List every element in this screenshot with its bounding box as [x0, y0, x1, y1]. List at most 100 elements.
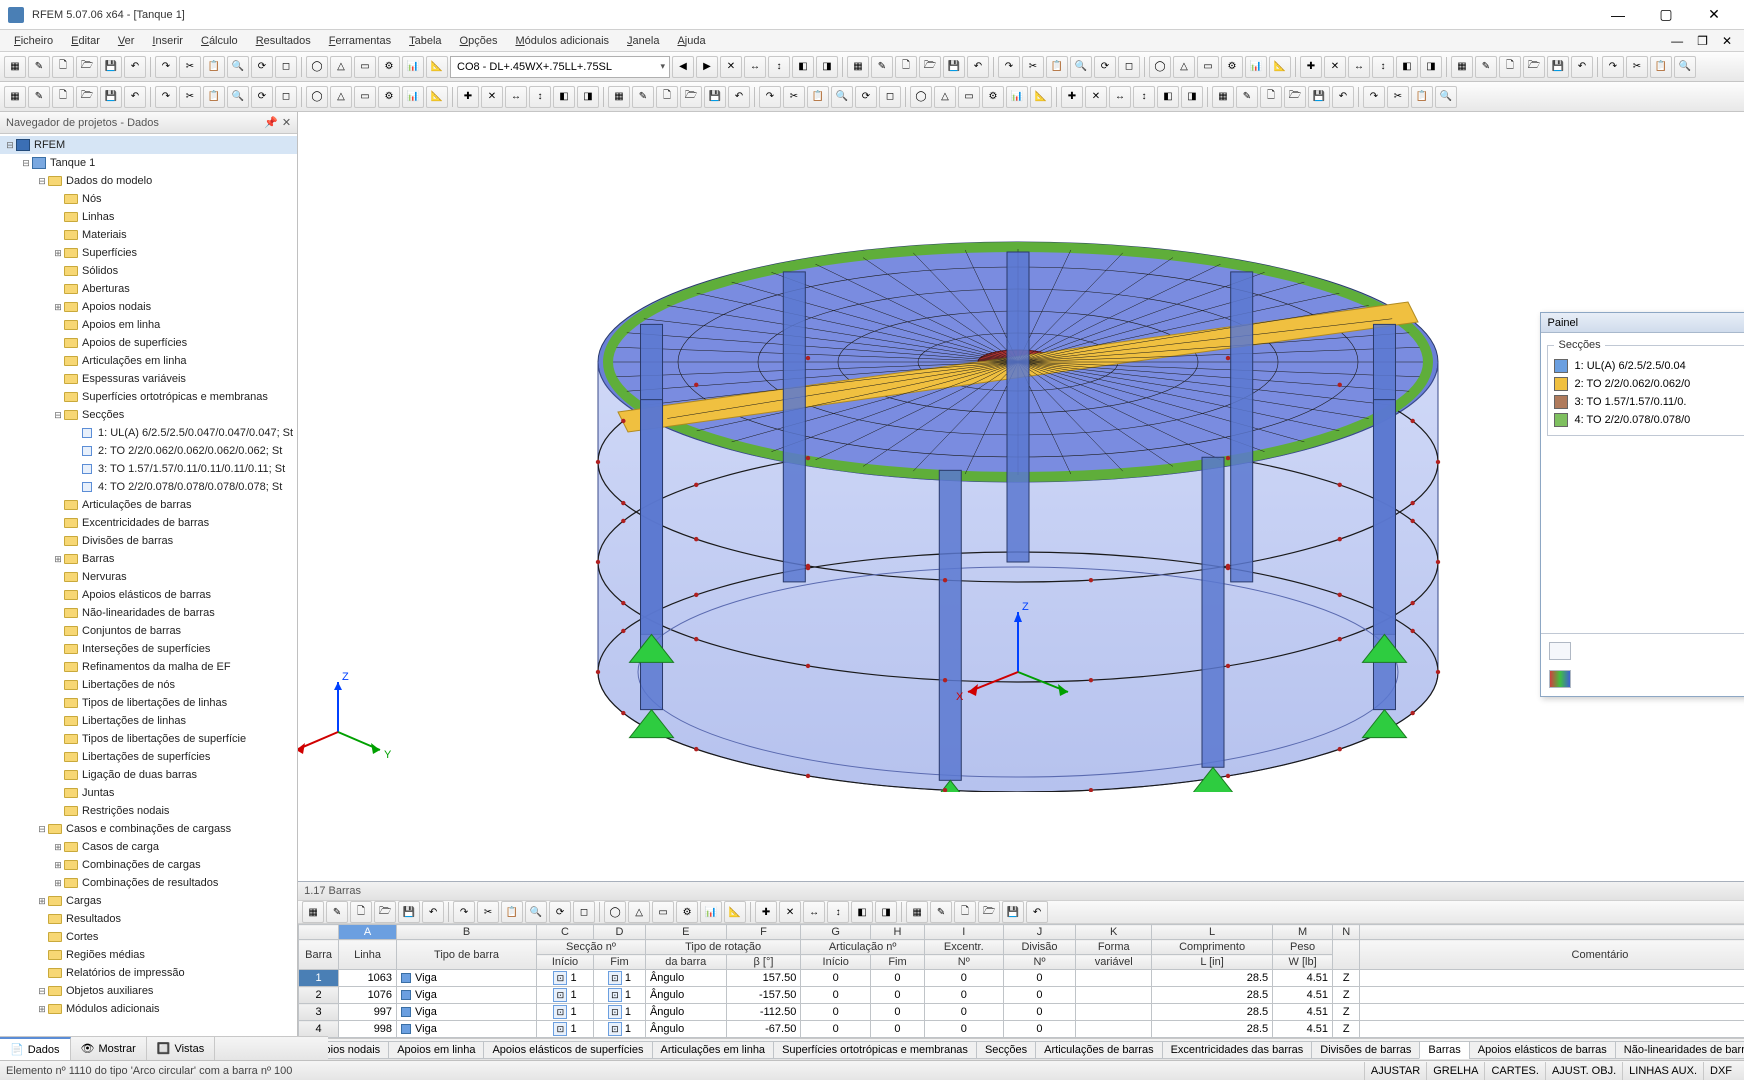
table-row[interactable]: 21076Viga⊡ 1⊡ 1Ângulo-157.50000028.54.51…	[299, 987, 1744, 1004]
toolbar-button[interactable]: ▦	[4, 86, 26, 108]
toolbar-button[interactable]: 📋	[1046, 56, 1068, 78]
toolbar-button[interactable]: 📊	[1006, 86, 1028, 108]
toolbar-button[interactable]: 🗁	[919, 56, 941, 78]
section-legend-item[interactable]: 3: TO 1.57/1.57/0.11/0.	[1554, 393, 1744, 411]
col-artic[interactable]: Articulação nº	[801, 940, 925, 955]
toolbar-button[interactable]: ◨	[875, 901, 897, 923]
toolbar-button[interactable]: ◧	[1157, 86, 1179, 108]
tree-item[interactable]: ⊞Barras	[0, 550, 297, 568]
toolbar-button[interactable]: ◧	[553, 86, 575, 108]
tree-item[interactable]: ⊟RFEM	[0, 136, 297, 154]
toolbar-button[interactable]: ↔	[1348, 56, 1370, 78]
toolbar-button[interactable]: ↕	[1133, 86, 1155, 108]
toolbar-button[interactable]: ▦	[1212, 86, 1234, 108]
toolbar-button[interactable]: ▭	[354, 56, 376, 78]
status-cell[interactable]: AJUST. OBJ.	[1545, 1062, 1622, 1080]
tree-item[interactable]: ⊞Casos de carga	[0, 838, 297, 856]
toolbar-button[interactable]: ▭	[652, 901, 674, 923]
tree-item[interactable]: ⊞Módulos adicionais	[0, 1000, 297, 1018]
col-letter[interactable]: B	[397, 925, 537, 940]
grid-tab[interactable]: Apoios elásticos de barras	[1469, 1041, 1616, 1059]
tree-item[interactable]: Tipos de libertações de linhas	[0, 694, 297, 712]
tree-item[interactable]: 4: TO 2/2/0.078/0.078/0.078/0.078; St	[0, 478, 297, 496]
grid-tab[interactable]: Superfícies ortotrópicas e membranas	[773, 1041, 977, 1059]
navigator-tab-vistas[interactable]: 🔲 Vistas	[147, 1037, 215, 1060]
table-row[interactable]: 4998Viga⊡ 1⊡ 1Ângulo-67.50000028.54.51Z	[299, 1021, 1744, 1038]
toolbar-button[interactable]: ✚	[457, 86, 479, 108]
toolbar-button[interactable]: ↷	[453, 901, 475, 923]
toolbar-button[interactable]: 📐	[426, 56, 448, 78]
toolbar-button[interactable]: ⟳	[251, 56, 273, 78]
tree-item[interactable]: Aberturas	[0, 280, 297, 298]
toolbar-button[interactable]: ✂	[1626, 56, 1648, 78]
grid-tab[interactable]: Secções	[976, 1041, 1036, 1059]
col-letter[interactable]: E	[645, 925, 726, 940]
toolbar-button[interactable]: △	[934, 86, 956, 108]
toolbar-button[interactable]: ⚙	[1221, 56, 1243, 78]
toolbar-button[interactable]: ↔	[1109, 86, 1131, 108]
col-letter[interactable]: H	[871, 925, 925, 940]
toolbar-button[interactable]: ▭	[958, 86, 980, 108]
grid-tab[interactable]: Articulações de barras	[1035, 1041, 1162, 1059]
toolbar-button[interactable]: 📐	[1030, 86, 1052, 108]
toolbar-button[interactable]: 📋	[203, 56, 225, 78]
toolbar-button[interactable]: 🗋	[954, 901, 976, 923]
menu-tabela[interactable]: Tabela	[401, 33, 449, 49]
tree-item[interactable]: Restrições nodais	[0, 802, 297, 820]
toolbar-button[interactable]: 🔍	[227, 86, 249, 108]
toolbar-button[interactable]: ◻	[879, 86, 901, 108]
tree-item[interactable]: Interseções de superfícies	[0, 640, 297, 658]
tree-item[interactable]: ⊞Apoios nodais	[0, 298, 297, 316]
toolbar-button[interactable]: ⟳	[251, 86, 273, 108]
toolbar-button[interactable]: ✕	[1324, 56, 1346, 78]
tree-item[interactable]: ⊞Combinações de resultados	[0, 874, 297, 892]
panel-colorbar-icon[interactable]	[1549, 670, 1571, 688]
toolbar-button[interactable]: ✕	[720, 56, 742, 78]
close-button[interactable]: ✕	[1692, 1, 1736, 29]
combo-nav[interactable]: ▶	[696, 56, 718, 78]
toolbar-button[interactable]: ✎	[1475, 56, 1497, 78]
grid-tab[interactable]: Barras	[1419, 1041, 1469, 1059]
toolbar-button[interactable]: ✎	[930, 901, 952, 923]
tree-item[interactable]: ⊟Objetos auxiliares	[0, 982, 297, 1000]
col-rot[interactable]: Tipo de rotação	[645, 940, 800, 955]
tree-item[interactable]: 2: TO 2/2/0.062/0.062/0.062/0.062; St	[0, 442, 297, 460]
toolbar-button[interactable]: ◨	[577, 86, 599, 108]
col-linha[interactable]: Linha	[339, 940, 397, 970]
toolbar-button[interactable]: 💾	[1308, 86, 1330, 108]
status-cell[interactable]: GRELHA	[1426, 1062, 1484, 1080]
toolbar-button[interactable]: 📊	[1245, 56, 1267, 78]
tree-item[interactable]: Refinamentos da malha de EF	[0, 658, 297, 676]
toolbar-button[interactable]: 🗋	[1260, 86, 1282, 108]
tree-item[interactable]: Espessuras variáveis	[0, 370, 297, 388]
tree-item[interactable]: 1: UL(A) 6/2.5/2.5/0.047/0.047/0.047; St	[0, 424, 297, 442]
status-cell[interactable]: CARTES.	[1484, 1062, 1544, 1080]
toolbar-button[interactable]: ✂	[179, 56, 201, 78]
toolbar-button[interactable]: ↷	[155, 56, 177, 78]
toolbar-button[interactable]: ▦	[906, 901, 928, 923]
data-grid[interactable]: ABCDEFGHIJKLMN Barra Linha Tipo de barra…	[298, 924, 1744, 1038]
toolbar-button[interactable]: ▦	[1451, 56, 1473, 78]
toolbar-button[interactable]: 📋	[501, 901, 523, 923]
mdi-restore-button[interactable]: ❐	[1691, 32, 1714, 50]
toolbar-button[interactable]: 🔍	[1674, 56, 1696, 78]
toolbar-button[interactable]: ✂	[1387, 86, 1409, 108]
grid-tab[interactable]: Articulações em linha	[652, 1041, 775, 1059]
col-letter[interactable]: K	[1076, 925, 1152, 940]
toolbar-button[interactable]: ⚙	[378, 56, 400, 78]
toolbar-button[interactable]: 💾	[100, 56, 122, 78]
toolbar-button[interactable]: 🗁	[1284, 86, 1306, 108]
toolbar-button[interactable]: ▦	[847, 56, 869, 78]
tree-item[interactable]: Libertações de nós	[0, 676, 297, 694]
col-letter[interactable]: I	[924, 925, 1003, 940]
toolbar-button[interactable]: ✚	[755, 901, 777, 923]
toolbar-button[interactable]: 🗋	[895, 56, 917, 78]
toolbar-button[interactable]: ✂	[477, 901, 499, 923]
toolbar-button[interactable]: ◧	[1396, 56, 1418, 78]
tree-item[interactable]: ⊟Tanque 1	[0, 154, 297, 172]
tree-item[interactable]: Apoios em linha	[0, 316, 297, 334]
tree-item[interactable]: Apoios elásticos de barras	[0, 586, 297, 604]
toolbar-button[interactable]: 🔍	[1435, 86, 1457, 108]
grid-tab[interactable]: Apoios em linha	[388, 1041, 484, 1059]
tree-item[interactable]: ⊟Dados do modelo	[0, 172, 297, 190]
